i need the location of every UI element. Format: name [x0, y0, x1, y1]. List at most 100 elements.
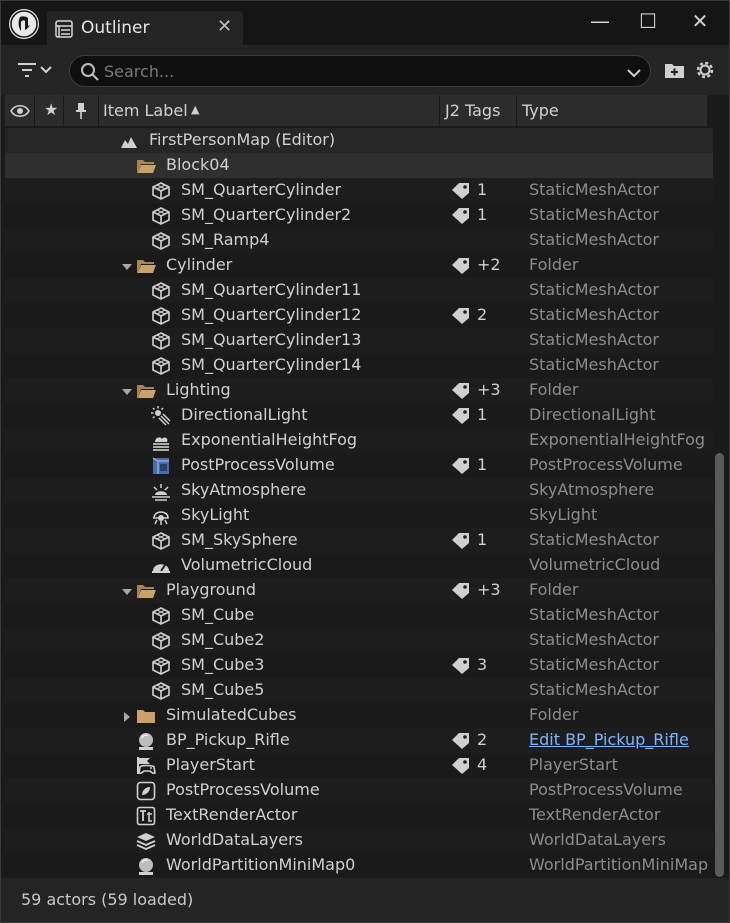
tag-icon[interactable] — [451, 407, 471, 425]
minimize-button[interactable]: — — [585, 8, 615, 34]
tree-row[interactable]: SM_QuarterCylinder2 1 StaticMeshActor — [5, 203, 713, 228]
actor-count-status: 59 actors (59 loaded) — [21, 890, 194, 909]
tree-row[interactable]: SM_QuarterCylinder13 StaticMeshActor — [5, 328, 713, 353]
tag-count: 1 — [477, 455, 488, 474]
add-folder-icon[interactable] — [663, 58, 687, 82]
tree-row[interactable]: SkyLight SkyLight — [5, 503, 713, 528]
search-input[interactable] — [104, 60, 614, 82]
tree-row[interactable]: SM_SkySphere 1 StaticMeshActor — [5, 528, 713, 553]
map-icon — [119, 131, 139, 151]
filter-button[interactable] — [15, 59, 61, 81]
item-label: Block04 — [166, 155, 230, 174]
item-label: Cylinder — [166, 255, 233, 274]
tag-icon[interactable] — [451, 182, 471, 200]
tag-icon[interactable] — [451, 457, 471, 475]
edit-blueprint-link[interactable]: Edit BP_Pickup_Rifle — [529, 730, 689, 749]
item-type: StaticMeshActor — [529, 530, 659, 549]
tag-icon[interactable] — [451, 757, 471, 775]
tree-row[interactable]: PlayerStart 4 PlayerStart — [5, 753, 713, 778]
item-label: SM_Cube5 — [181, 680, 265, 699]
static-mesh-icon — [151, 531, 171, 551]
static-mesh-icon — [151, 606, 171, 626]
folder-open-icon — [136, 581, 156, 601]
tree-row[interactable]: SkyAtmosphere SkyAtmosphere — [5, 478, 713, 503]
tree-row[interactable]: VolumetricCloud VolumetricCloud — [5, 553, 713, 578]
cloud-gauge-icon — [151, 556, 171, 576]
tag-count: +2 — [477, 255, 501, 274]
tree-row[interactable]: Playground +3 Folder — [5, 578, 713, 603]
tag-icon[interactable] — [451, 532, 471, 550]
tree-row[interactable]: PostProcessVolume PostProcessVolume — [5, 778, 713, 803]
folder-closed-icon — [136, 706, 156, 726]
item-label: SM_Cube3 — [181, 655, 265, 674]
scrollbar-thumb[interactable] — [715, 453, 724, 877]
pin-column-header[interactable] — [64, 95, 99, 127]
expand-arrow-down-icon[interactable] — [121, 584, 133, 596]
item-type: PostProcessVolume — [529, 455, 683, 474]
favorite-column-header[interactable]: ★ — [35, 95, 64, 127]
tree-row[interactable]: SM_QuarterCylinder14 StaticMeshActor — [5, 353, 713, 378]
tree-row[interactable]: Lighting +3 Folder — [5, 378, 713, 403]
static-mesh-icon — [151, 181, 171, 201]
tags-column-header[interactable]: J2 Tags — [440, 95, 517, 127]
filter-icon — [18, 63, 52, 77]
item-label: FirstPersonMap (Editor) — [149, 130, 336, 149]
tree-row[interactable]: SM_QuarterCylinder11 StaticMeshActor — [5, 278, 713, 303]
tag-count: 1 — [477, 180, 488, 199]
item-type: VolumetricCloud — [529, 555, 661, 574]
tree-row[interactable]: Cylinder +2 Folder — [5, 253, 713, 278]
item-label: Lighting — [166, 380, 231, 399]
static-mesh-icon — [151, 356, 171, 376]
visibility-column-header[interactable] — [5, 95, 35, 127]
tab-close-icon[interactable]: ✕ — [217, 16, 232, 37]
tags-header-text: J2 Tags — [445, 101, 501, 120]
tree-row[interactable]: WorldPartitionMiniMap0 WorldPartitionMini… — [5, 853, 713, 878]
tree-row[interactable]: DirectionalLight 1 DirectionalLight — [5, 403, 713, 428]
tag-icon[interactable] — [451, 307, 471, 325]
tree-row[interactable]: SM_Cube2 StaticMeshActor — [5, 628, 713, 653]
tree-row[interactable]: BP_Pickup_Rifle 2 Edit BP_Pickup_Rifle — [5, 728, 713, 753]
directional-light-icon — [151, 406, 171, 426]
settings-gear-icon[interactable] — [693, 58, 717, 82]
tree-row[interactable]: SimulatedCubes Folder — [5, 703, 713, 728]
tab-outliner[interactable]: Outliner ✕ — [47, 11, 243, 45]
maximize-button[interactable]: ☐ — [633, 8, 663, 34]
expand-arrow-down-icon[interactable] — [121, 259, 133, 271]
tree-row[interactable]: FirstPersonMap (Editor) — [5, 128, 713, 153]
tag-icon[interactable] — [451, 382, 471, 400]
item-label-column-header[interactable]: Item Label ▲ — [99, 95, 440, 127]
close-window-button[interactable]: ✕ — [685, 8, 715, 34]
tree-row[interactable]: Block04 — [5, 153, 713, 178]
tree-row[interactable]: SM_Cube StaticMeshActor — [5, 603, 713, 628]
tree-row[interactable]: WorldDataLayers WorldDataLayers — [5, 828, 713, 853]
unreal-logo-icon[interactable] — [9, 9, 39, 39]
search-history-chevron-icon[interactable] — [626, 65, 642, 83]
tag-icon[interactable] — [451, 657, 471, 675]
tree-row[interactable]: SM_Cube3 3 StaticMeshActor — [5, 653, 713, 678]
expand-arrow-down-icon[interactable] — [121, 384, 133, 396]
item-type: DirectionalLight — [529, 405, 656, 424]
tag-icon[interactable] — [451, 582, 471, 600]
status-bar: 59 actors (59 loaded) — [1, 878, 729, 922]
tree-row[interactable]: SM_Cube5 StaticMeshActor — [5, 678, 713, 703]
tag-icon[interactable] — [451, 732, 471, 750]
item-type: StaticMeshActor — [529, 305, 659, 324]
tag-count: 4 — [477, 755, 488, 774]
item-label: WorldDataLayers — [166, 830, 303, 849]
tag-icon[interactable] — [451, 207, 471, 225]
tree-row[interactable]: SM_QuarterCylinder12 2 StaticMeshActor — [5, 303, 713, 328]
expand-arrow-right-icon[interactable] — [121, 709, 133, 722]
tree-row[interactable]: PostProcessVolume 1 PostProcessVolume — [5, 453, 713, 478]
title-bar: Outliner ✕ — ☐ ✕ — [1, 1, 729, 45]
tree-row[interactable]: TextRenderActor TextRenderActor — [5, 803, 713, 828]
item-type: StaticMeshActor — [529, 280, 659, 299]
blueprint-actor-icon — [136, 731, 156, 751]
type-column-header[interactable]: Type — [517, 95, 707, 127]
item-label: DirectionalLight — [181, 405, 308, 424]
tree-row[interactable]: SM_QuarterCylinder 1 StaticMeshActor — [5, 178, 713, 203]
toolbar — [1, 45, 729, 95]
tree-row[interactable]: ExponentialHeightFog ExponentialHeightFog — [5, 428, 713, 453]
static-mesh-icon — [151, 631, 171, 651]
tag-icon[interactable] — [451, 257, 471, 275]
tree-row[interactable]: SM_Ramp4 StaticMeshActor — [5, 228, 713, 253]
